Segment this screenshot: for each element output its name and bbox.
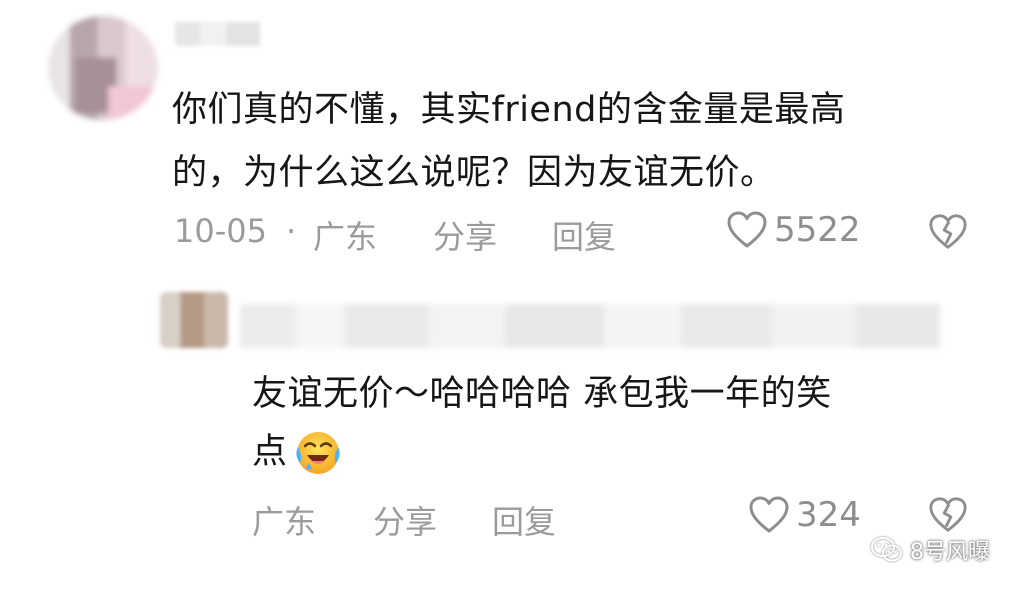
comment-text-line: 的，为什么这么说呢？因为友谊无价。: [172, 153, 776, 193]
like-count: 324: [796, 495, 861, 535]
reply-button[interactable]: 回复: [552, 212, 616, 258]
broken-heart-icon[interactable]: [928, 495, 968, 539]
comment-region: 广东: [252, 503, 317, 541]
comment-date: 10-05: [174, 212, 267, 250]
comment-text-line: 友谊无价～哈哈哈哈 承包我一年的笑: [252, 374, 832, 414]
share-button[interactable]: 分享: [373, 497, 437, 543]
meta-separator: ·: [286, 212, 297, 250]
heart-icon: [726, 210, 768, 250]
comment-text-fragment: 点: [252, 432, 288, 472]
comment-text-line-with-emoji: 点: [252, 420, 344, 484]
share-button[interactable]: 分享: [433, 212, 497, 258]
heart-icon: [748, 495, 790, 535]
wechat-icon: [870, 536, 904, 564]
reply-button[interactable]: 回复: [492, 497, 556, 543]
crying-laughing-emoji-icon: [292, 427, 344, 477]
comment-region: 广东: [313, 218, 378, 256]
like-button[interactable]: 324: [748, 495, 861, 535]
username-blurred[interactable]: [240, 304, 940, 348]
watermark: 8号风曝: [870, 534, 990, 566]
watermark-text: 8号风曝: [910, 540, 990, 565]
broken-heart-icon[interactable]: [928, 212, 968, 256]
comment-text-line: 你们真的不懂，其实friend的含金量是最高: [172, 90, 846, 130]
username-blurred[interactable]: [175, 22, 260, 46]
avatar[interactable]: [160, 292, 228, 348]
like-count: 5522: [774, 210, 861, 250]
avatar[interactable]: [48, 16, 158, 120]
like-button[interactable]: 5522: [726, 210, 861, 250]
